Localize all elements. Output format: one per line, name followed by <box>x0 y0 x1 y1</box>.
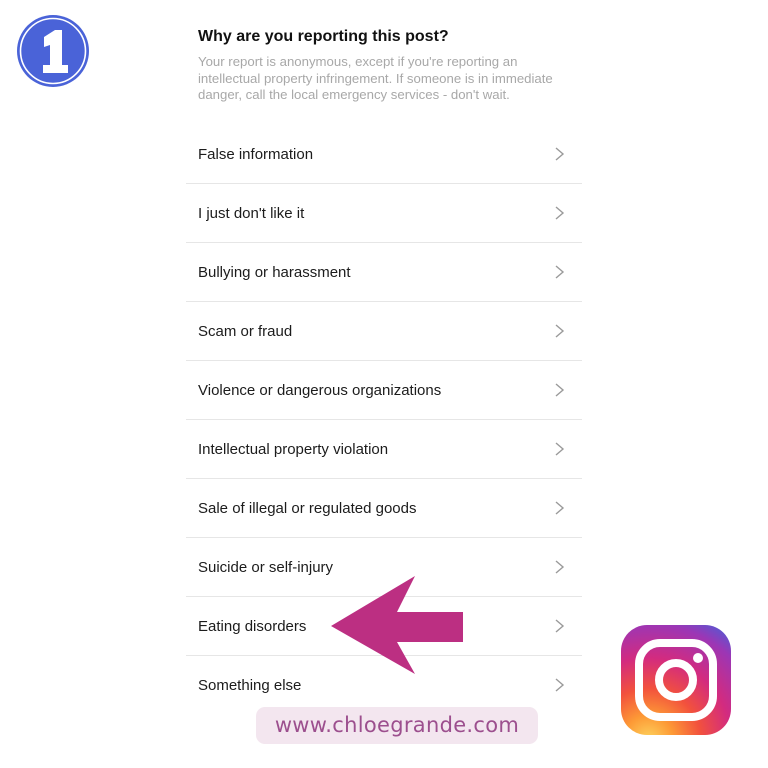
chevron-right-icon <box>555 619 565 633</box>
left-arrow-icon <box>331 576 463 674</box>
reason-label: Sale of illegal or regulated goods <box>198 500 417 517</box>
website-link[interactable]: www.chloegrande.com <box>256 707 538 744</box>
step-number-badge <box>17 15 89 87</box>
instagram-logo-icon <box>621 625 731 735</box>
reason-label: Intellectual property violation <box>198 441 389 458</box>
reason-label: Violence or dangerous organizations <box>198 382 442 399</box>
reason-intellectual-property[interactable]: Intellectual property violation <box>186 420 582 479</box>
reason-scam-fraud[interactable]: Scam or fraud <box>186 302 582 361</box>
reason-illegal-goods[interactable]: Sale of illegal or regulated goods <box>186 479 582 538</box>
reason-label: Something else <box>198 677 302 694</box>
dialog-title: Why are you reporting this post? <box>198 28 449 45</box>
chevron-right-icon <box>555 383 565 397</box>
reason-label: Suicide or self-injury <box>198 559 334 576</box>
reason-bullying-harassment[interactable]: Bullying or harassment <box>186 243 582 302</box>
chevron-right-icon <box>555 206 565 220</box>
reason-false-information[interactable]: False information <box>186 125 582 184</box>
reason-dont-like-it[interactable]: I just don't like it <box>186 184 582 243</box>
chevron-right-icon <box>555 147 565 161</box>
reason-label: I just don't like it <box>198 205 305 222</box>
chevron-right-icon <box>555 265 565 279</box>
chevron-right-icon <box>555 678 565 692</box>
reason-violence-dangerous-orgs[interactable]: Violence or dangerous organizations <box>186 361 582 420</box>
reason-label: False information <box>198 146 314 163</box>
chevron-right-icon <box>555 560 565 574</box>
reason-label: Bullying or harassment <box>198 264 351 281</box>
chevron-right-icon <box>555 501 565 515</box>
reason-label: Eating disorders <box>198 618 307 635</box>
number-one-icon <box>17 15 89 87</box>
chevron-right-icon <box>555 324 565 338</box>
dialog-subtitle: Your report is anonymous, except if you'… <box>198 54 553 102</box>
reason-label: Scam or fraud <box>198 323 293 340</box>
chevron-right-icon <box>555 442 565 456</box>
